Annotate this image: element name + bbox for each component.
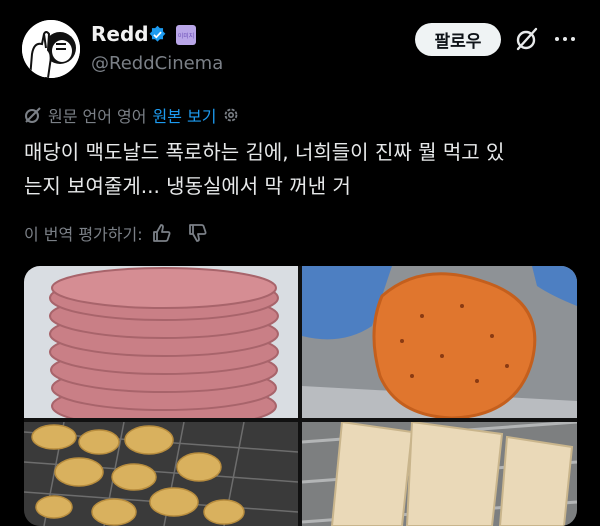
user-handle[interactable]: @ReddCinema xyxy=(91,53,223,74)
translate-icon xyxy=(25,107,41,123)
show-original-link[interactable]: 원본 보기 xyxy=(153,103,217,127)
avatar[interactable] xyxy=(22,20,80,78)
rate-translation-label: 이 번역 평가하기: xyxy=(24,225,143,244)
rate-translation: 이 번역 평가하기: xyxy=(24,221,209,245)
thumbs-up-icon[interactable] xyxy=(151,222,173,244)
breaded-patty-image xyxy=(302,266,577,418)
verified-badge-icon xyxy=(149,25,166,42)
post-text-line: 는지 보여줄게... 냉동실에서 막 꺼낸 거 xyxy=(24,174,351,198)
follow-button[interactable]: 팔로우 xyxy=(415,23,501,56)
translation-info: 원문 언어 영어 원본 보기 xyxy=(24,104,240,126)
avatar-image xyxy=(22,20,80,78)
post-text: 매당이 맥도날드 폭로하는 김에, 너희들이 진짜 뭘 먹고 있 는지 보여줄게… xyxy=(24,135,584,203)
photo-nuggets[interactable] xyxy=(24,422,298,526)
affiliate-badge-text: 이미지 xyxy=(177,32,195,40)
more-icon[interactable] xyxy=(553,26,577,52)
post-text-line: 매당이 맥도날드 폭로하는 김에, 너희들이 진짜 뭘 먹고 있 xyxy=(24,140,505,164)
nuggets-image xyxy=(24,422,298,526)
grok-icon[interactable] xyxy=(514,26,540,52)
photo-fish-portions[interactable] xyxy=(302,422,577,526)
fish-portions-image xyxy=(302,422,577,526)
media-grid[interactable] xyxy=(24,266,577,526)
photo-frozen-patties[interactable] xyxy=(24,266,298,418)
display-name[interactable]: Redd xyxy=(91,22,149,46)
thumbs-down-icon[interactable] xyxy=(187,222,209,244)
settings-icon[interactable] xyxy=(222,106,240,124)
photo-breaded-patty[interactable] xyxy=(302,266,577,418)
source-language: 원문 언어 영어 xyxy=(48,107,147,126)
affiliate-badge: 이미지 xyxy=(176,25,196,45)
frozen-patties-image xyxy=(24,266,298,418)
